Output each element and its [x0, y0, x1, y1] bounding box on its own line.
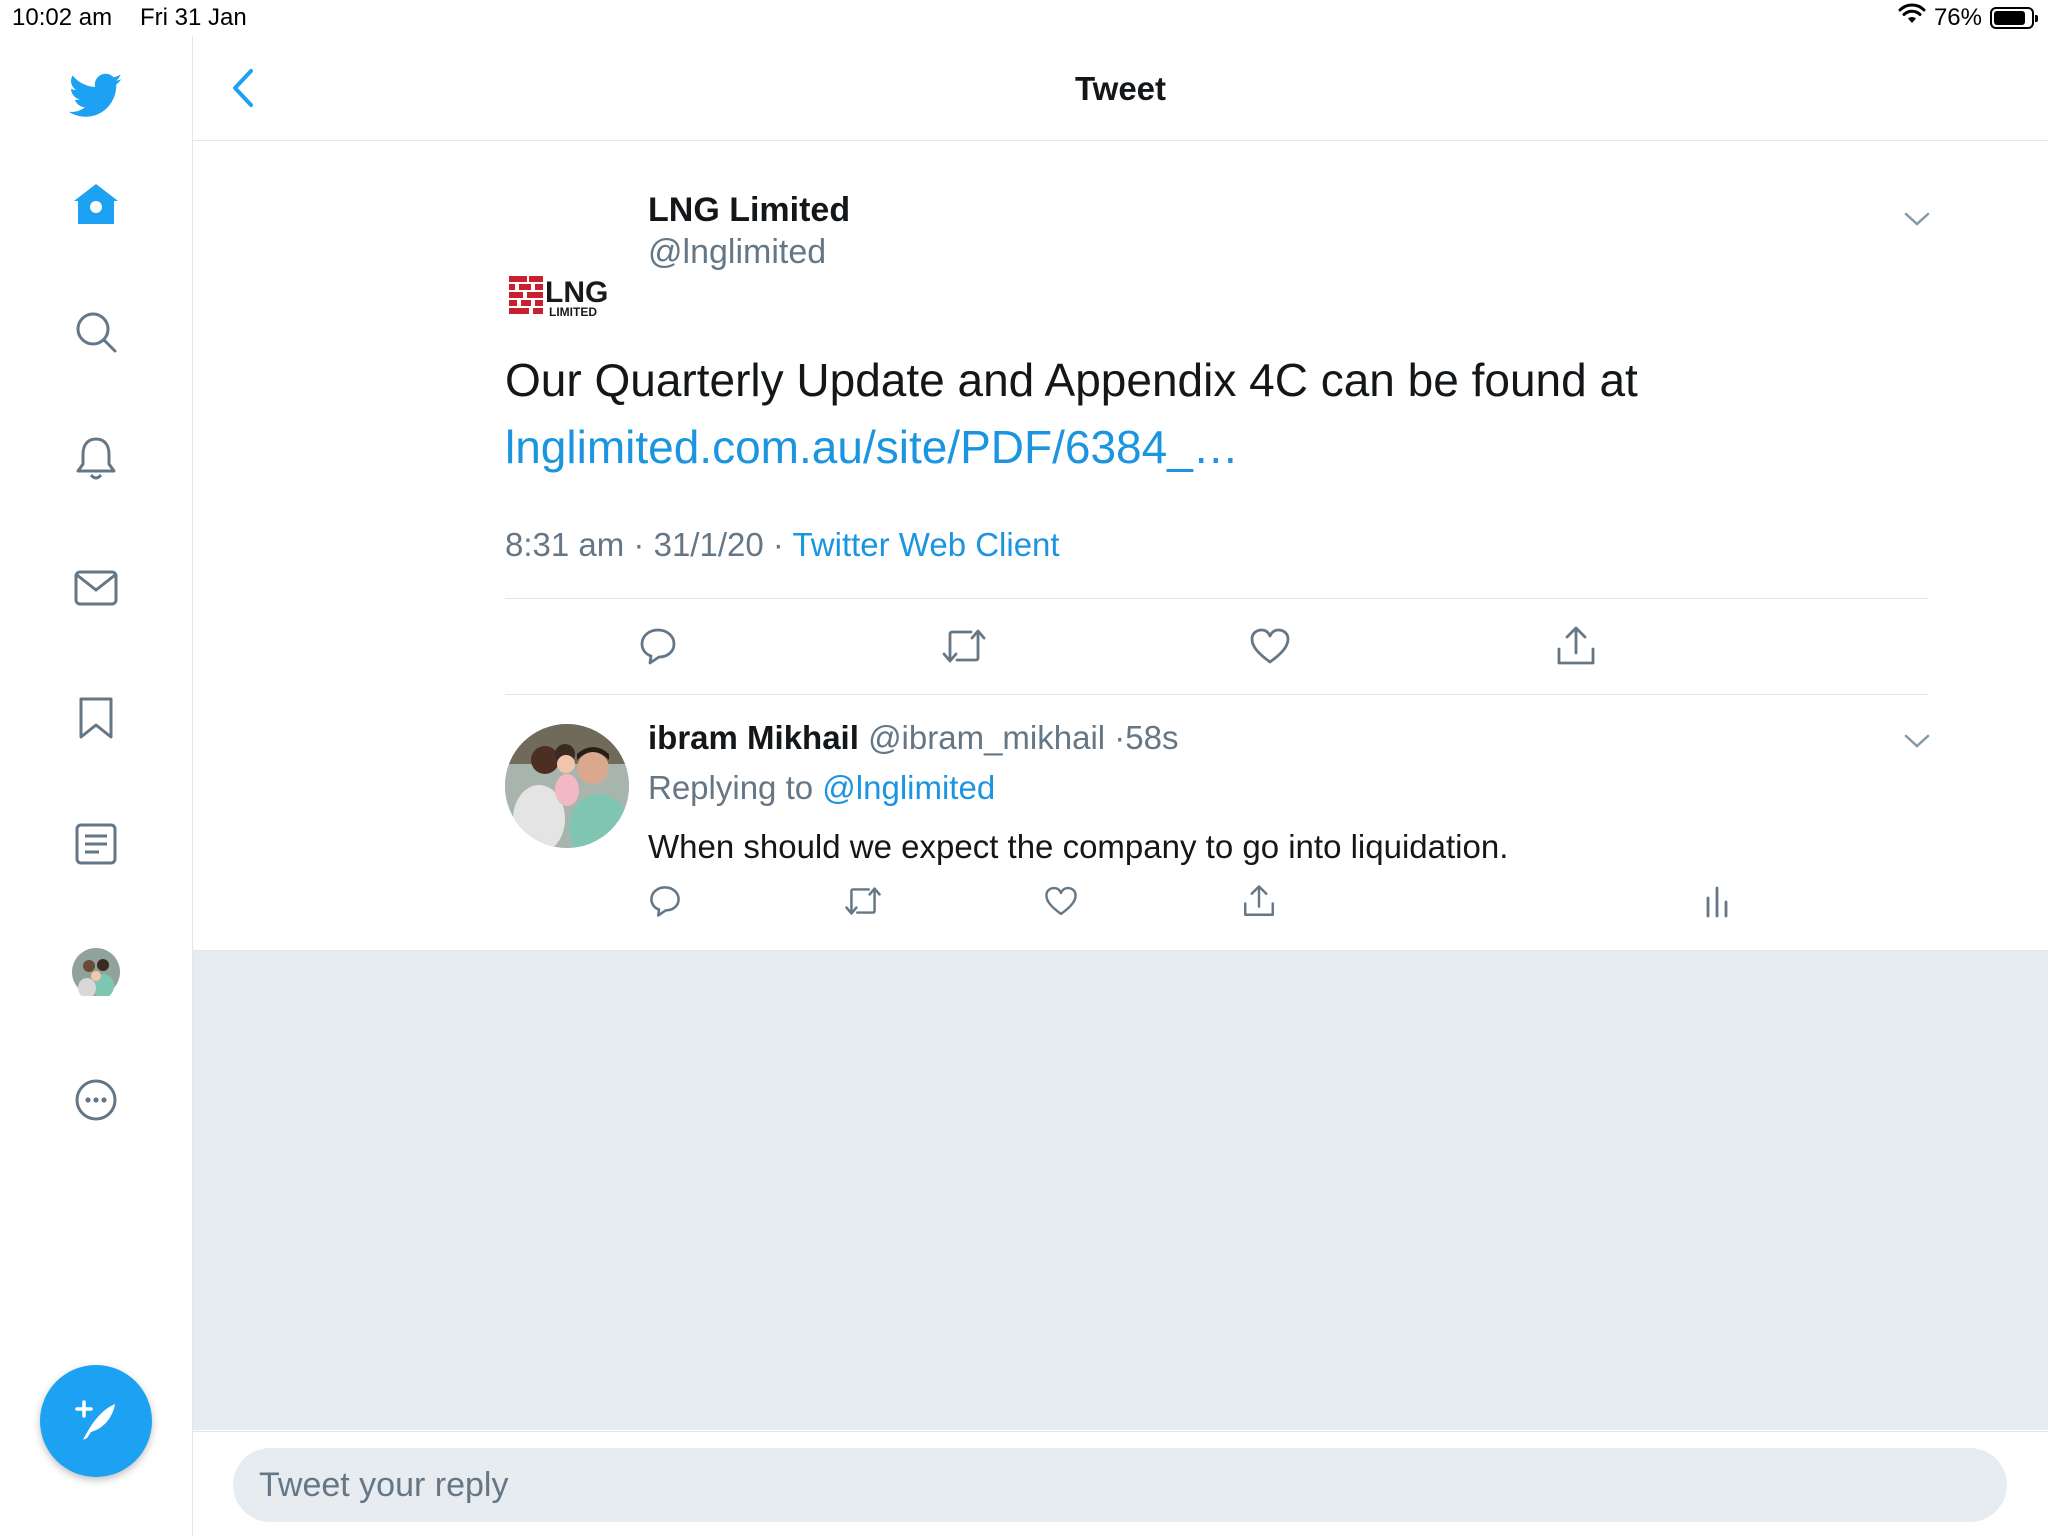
messages-envelope-icon[interactable]: [68, 560, 124, 616]
tweet-detail: LNG LIMITED LNG Limited @lnglimited Our …: [193, 141, 2048, 951]
retweet-icon: [942, 629, 986, 663]
tweet-source[interactable]: Twitter Web Client: [792, 526, 1059, 563]
replying-to-label: Replying to: [648, 769, 814, 806]
notifications-bell-icon[interactable]: [68, 431, 124, 487]
lists-icon[interactable]: [68, 816, 124, 872]
chevron-down-icon: [1904, 212, 1930, 226]
page-title: Tweet: [1074, 70, 1167, 107]
reply-text: When should we expect the company to go …: [648, 828, 1509, 865]
retweet-icon: [845, 887, 881, 915]
chevron-down-icon: [1904, 734, 1930, 748]
search-icon[interactable]: [68, 304, 124, 360]
reply-analytics-button[interactable]: [1697, 881, 1737, 921]
battery-percent: 76%: [1933, 3, 1982, 31]
reply-input[interactable]: [233, 1448, 2007, 1522]
author-handle[interactable]: @lnglimited: [648, 233, 826, 272]
status-indicators: 76%: [1898, 3, 2038, 32]
tweet-date: 31/1/20: [653, 526, 764, 563]
retweet-button[interactable]: [939, 621, 989, 671]
bookmarks-icon[interactable]: [68, 690, 124, 746]
reply-like-button[interactable]: [1041, 881, 1081, 921]
reply-author-handle[interactable]: @ibram_mikhail: [868, 719, 1105, 756]
heart-icon: [1250, 628, 1290, 664]
tweet-text: Our Quarterly Update and Appendix 4C can…: [505, 354, 1638, 406]
tweet-link[interactable]: lnglimited.com.au/site/PDF/6384_…: [505, 414, 1785, 481]
tweet-time: 8:31 am: [505, 526, 625, 563]
reply-icon: [650, 886, 680, 917]
divider: [505, 694, 1928, 695]
share-icon: [1244, 885, 1274, 916]
divider: [505, 598, 1928, 599]
reply-author-name[interactable]: ibram Mikhail: [648, 719, 859, 756]
profile-avatar[interactable]: [68, 944, 124, 1000]
tweet-menu-button[interactable]: [1899, 201, 1935, 237]
lng-limited-logo[interactable]: LNG LIMITED: [505, 206, 619, 320]
analytics-icon: [1706, 886, 1728, 918]
tweet-meta: 8:31 am · 31/1/20 · Twitter Web Client: [505, 526, 1060, 563]
reply-composer: [193, 1431, 2048, 1537]
status-date: Fri 31 Jan: [140, 4, 247, 31]
reply-menu-button[interactable]: [1899, 723, 1935, 759]
reply-header: ibram Mikhail @ibram_mikhail ·58s: [648, 719, 1179, 756]
compose-quill-icon: [75, 1400, 115, 1440]
empty-timeline-area: [193, 951, 2048, 1430]
reply-share-button[interactable]: [1239, 881, 1279, 921]
status-time: 10:02 am: [12, 4, 113, 31]
reply-author-avatar[interactable]: [505, 724, 629, 848]
reply-retweet-button[interactable]: [843, 881, 883, 921]
sidebar: [0, 36, 193, 1536]
compose-tweet-button[interactable]: [40, 1365, 152, 1477]
tweet-body: Our Quarterly Update and Appendix 4C can…: [505, 347, 1785, 481]
reply-button[interactable]: [633, 621, 683, 671]
author-name[interactable]: LNG Limited: [648, 191, 850, 230]
reply-reply-button[interactable]: [645, 881, 685, 921]
share-icon: [1557, 626, 1595, 665]
battery-icon: [1990, 6, 2038, 29]
replying-to: Replying to @lnglimited: [648, 769, 995, 807]
home-icon[interactable]: [68, 176, 124, 232]
like-button[interactable]: [1245, 621, 1295, 671]
share-button[interactable]: [1551, 621, 1601, 671]
reply-icon: [640, 628, 676, 665]
reply-age: 58s: [1125, 719, 1179, 756]
logo-subtext: LIMITED: [549, 305, 597, 319]
more-options-icon[interactable]: [68, 1072, 124, 1128]
header: Tweet: [193, 36, 2048, 141]
heart-icon: [1045, 886, 1077, 916]
twitter-logo-icon[interactable]: [68, 68, 124, 124]
wifi-icon: [1898, 3, 1926, 32]
replying-to-handle[interactable]: @lnglimited: [822, 769, 995, 806]
